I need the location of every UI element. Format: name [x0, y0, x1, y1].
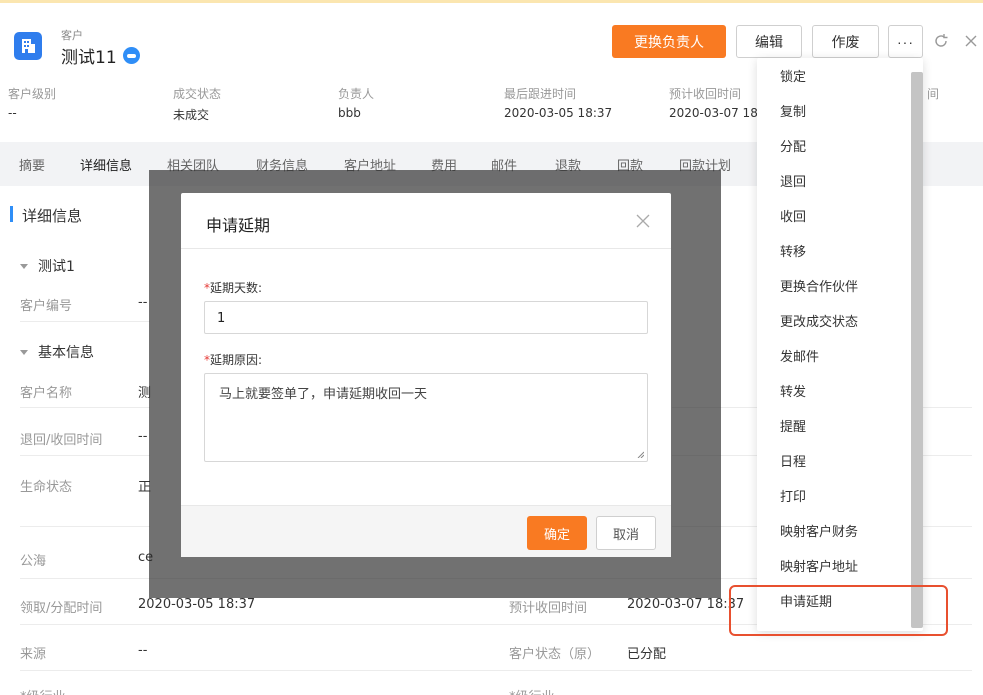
field-label: 退回/收回时间	[20, 433, 103, 448]
caret-down-icon	[20, 349, 28, 355]
summary-label: 间	[927, 87, 940, 101]
days-input[interactable]: 1	[204, 301, 648, 334]
field-label: *级行业	[509, 686, 555, 695]
extend-dialog: 申请延期 *延期天数: 1 *延期原因: 马上就要签单了，申请延期收回一天 确定…	[181, 193, 671, 557]
menu-item-map-address[interactable]: 映射客户地址	[780, 556, 858, 575]
cancel-button[interactable]: 取消	[596, 516, 656, 550]
dialog-footer: 确定 取消	[181, 505, 671, 557]
more-button[interactable]: ···	[888, 25, 923, 58]
void-button[interactable]: 作废	[812, 25, 879, 58]
resize-grip-icon[interactable]	[637, 451, 644, 458]
menu-item-remind[interactable]: 提醒	[780, 416, 806, 435]
summary-label: 成交状态	[173, 87, 222, 101]
days-label: *延期天数:	[204, 279, 262, 296]
menu-item-send-mail[interactable]: 发邮件	[780, 346, 819, 365]
dialog-title: 申请延期	[206, 216, 271, 235]
field-label: 领取/分配时间	[20, 601, 103, 616]
summary-label: 客户级别	[8, 87, 57, 101]
group-title: 基本信息	[38, 345, 94, 361]
days-label-text: 延期天数:	[210, 281, 263, 295]
edit-button[interactable]: 编辑	[736, 25, 802, 58]
confirm-button[interactable]: 确定	[527, 516, 587, 550]
field-label: 来源	[20, 647, 47, 662]
group-header-test1[interactable]: 测试1	[20, 256, 75, 276]
menu-scrollbar[interactable]	[911, 72, 923, 628]
summary-value: 2020-03-05 18:37	[504, 106, 613, 120]
section-title: 详细信息	[22, 207, 83, 225]
field-value: 2020-03-07 18:37	[627, 597, 745, 612]
menu-item-assign[interactable]: 分配	[780, 136, 806, 155]
field-label: 客户名称	[20, 386, 73, 401]
menu-item-print[interactable]: 打印	[780, 486, 806, 505]
summary-value: 未成交	[173, 108, 210, 122]
field-label: 客户状态（原）	[509, 647, 601, 662]
group-header-basic[interactable]: 基本信息	[20, 342, 94, 362]
summary-label: 预计收回时间	[669, 87, 742, 101]
summary-field: 成交状态 未成交	[173, 85, 221, 123]
reason-textarea[interactable]: 马上就要签单了，申请延期收回一天	[204, 373, 648, 462]
summary-field: 预计收回时间 2020-03-07 18:	[669, 85, 762, 120]
close-icon[interactable]	[635, 213, 651, 229]
summary-value: --	[8, 106, 17, 120]
chat-icon[interactable]	[122, 47, 140, 64]
menu-item-schedule[interactable]: 日程	[780, 451, 806, 470]
divider	[20, 407, 150, 408]
more-actions-menu: 锁定 复制 分配 退回 收回 转移 更换合作伙伴 更改成交状态 发邮件 转发 提…	[757, 58, 923, 631]
menu-item-reclaim[interactable]: 收回	[780, 206, 806, 225]
tab-details[interactable]: 详细信息	[80, 155, 132, 174]
caret-down-icon	[20, 263, 28, 269]
summary-label: 负责人	[338, 87, 375, 101]
field-label: 生命状态	[20, 480, 73, 495]
summary-label: 最后跟进时间	[504, 87, 577, 101]
change-owner-button[interactable]: 更换负责人	[612, 25, 726, 58]
reason-text: 马上就要签单了，申请延期收回一天	[219, 387, 428, 402]
menu-item-forward[interactable]: 转发	[780, 381, 806, 400]
reason-label-text: 延期原因:	[210, 353, 263, 367]
menu-item-return[interactable]: 退回	[780, 171, 806, 190]
building-icon	[14, 32, 42, 60]
menu-item-lock[interactable]: 锁定	[780, 66, 806, 85]
divider	[20, 321, 150, 322]
summary-value: bbb	[338, 106, 361, 120]
reason-label: *延期原因:	[204, 351, 262, 368]
menu-item-transfer[interactable]: 转移	[780, 241, 806, 260]
divider	[20, 670, 972, 671]
field-value: --	[138, 429, 148, 444]
summary-field: 客户级别 --	[8, 85, 56, 120]
summary-field: 最后跟进时间 2020-03-05 18:37	[504, 85, 612, 120]
field-value: 2020-03-05 18:37	[138, 597, 256, 612]
field-label: *级行业	[20, 686, 66, 695]
field-value: --	[138, 643, 148, 658]
divider	[20, 526, 150, 527]
menu-item-map-finance[interactable]: 映射客户财务	[780, 521, 858, 540]
highlight-annotation	[729, 585, 948, 636]
menu-item-change-partner[interactable]: 更换合作伙伴	[780, 276, 858, 295]
field-label: 客户编号	[20, 299, 73, 314]
summary-value: 2020-03-07 18:	[669, 106, 762, 120]
field-value: --	[138, 295, 148, 310]
group-title: 测试1	[38, 259, 75, 275]
refresh-icon[interactable]	[933, 33, 949, 49]
field-value: 已分配	[627, 647, 667, 662]
divider	[20, 455, 150, 456]
record-name: 测试11	[61, 48, 117, 68]
summary-field: 负责人 bbb	[338, 85, 374, 120]
menu-item-change-deal-status[interactable]: 更改成交状态	[780, 311, 858, 330]
field-label: 公海	[20, 554, 47, 569]
menu-item-copy[interactable]: 复制	[780, 101, 806, 120]
section-accent-bar	[10, 206, 13, 222]
tab-summary[interactable]: 摘要	[19, 155, 45, 174]
field-label: 预计收回时间	[509, 601, 588, 616]
dialog-header: 申请延期	[181, 193, 671, 249]
record-title: 测试11	[61, 43, 140, 68]
close-icon[interactable]	[963, 33, 979, 49]
summary-field-truncated: 间	[927, 85, 939, 102]
object-type-label: 客户	[61, 29, 83, 42]
